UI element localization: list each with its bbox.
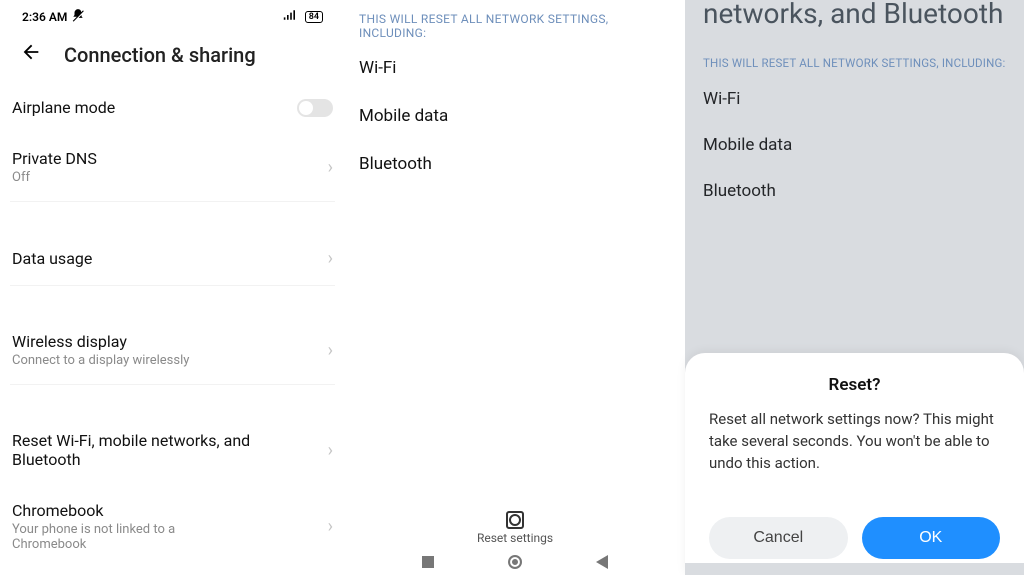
reset-caption: THIS WILL RESET ALL NETWORK SETTINGS, IN… (703, 28, 1006, 76)
chevron-right-icon: › (328, 440, 333, 461)
chromebook-row[interactable]: Chromebook Your phone is not linked to a… (10, 485, 335, 568)
reset-settings-button[interactable]: Reset settings (345, 511, 685, 545)
ringer-off-icon (71, 8, 85, 25)
ok-button[interactable]: OK (862, 517, 1001, 559)
nav-bar (345, 549, 685, 575)
back-icon[interactable] (20, 41, 42, 68)
airplane-mode-label: Airplane mode (12, 98, 115, 117)
data-usage-row[interactable]: Data usage › (10, 232, 335, 286)
chevron-right-icon: › (328, 340, 333, 361)
private-dns-label: Private DNS (12, 149, 97, 168)
bottom-gap (685, 563, 1024, 575)
settings-connection-panel: 2:36 AM 84 Connection & sharing Airplane… (0, 0, 345, 575)
reset-networks-row[interactable]: Reset Wi-Fi, mobile networks, and Blueto… (10, 415, 335, 485)
reset-networks-label: Reset Wi-Fi, mobile networks, and Blueto… (12, 431, 252, 469)
wireless-display-sub: Connect to a display wirelessly (12, 353, 189, 368)
reset-icon (506, 511, 524, 529)
list-item: Wi-Fi (703, 76, 1006, 122)
chromebook-sub: Your phone is not linked to a Chromebook (12, 522, 252, 552)
data-usage-label: Data usage (12, 249, 92, 268)
status-bar: 2:36 AM 84 (10, 0, 335, 29)
dialog-title: Reset? (709, 375, 1000, 395)
wireless-display-row[interactable]: Wireless display Connect to a display wi… (10, 316, 335, 385)
airplane-mode-row[interactable]: Airplane mode (10, 82, 335, 133)
cancel-button[interactable]: Cancel (709, 517, 848, 559)
list-item: Bluetooth (359, 140, 671, 188)
nav-back-icon[interactable] (596, 555, 608, 569)
chevron-right-icon: › (328, 157, 333, 178)
page-title-partial: networks, and Bluetooth (703, 0, 1006, 28)
page-header: Connection & sharing (10, 29, 335, 82)
list-item: Wi-Fi (359, 44, 671, 92)
private-dns-row[interactable]: Private DNS Off › (10, 133, 335, 202)
confirm-dialog: Reset? Reset all network settings now? T… (685, 353, 1024, 575)
reset-info-panel: THIS WILL RESET ALL NETWORK SETTINGS, IN… (345, 0, 685, 575)
wireless-display-label: Wireless display (12, 332, 189, 351)
battery-icon: 84 (305, 11, 323, 23)
nav-recent-icon[interactable] (422, 556, 434, 568)
list-item: Mobile data (359, 92, 671, 140)
nav-home-icon[interactable] (508, 555, 522, 569)
chevron-right-icon: › (328, 516, 333, 537)
signal-icon (283, 9, 299, 24)
reset-settings-label: Reset settings (477, 531, 553, 545)
chromebook-label: Chromebook (12, 501, 252, 520)
chevron-right-icon: › (328, 248, 333, 269)
private-dns-sub: Off (12, 170, 97, 185)
airplane-mode-toggle[interactable] (297, 99, 333, 117)
reset-confirm-panel: networks, and Bluetooth THIS WILL RESET … (685, 0, 1024, 575)
status-time: 2:36 AM (22, 10, 67, 24)
list-item: Bluetooth (703, 168, 1006, 214)
page-title: Connection & sharing (64, 43, 256, 67)
dialog-body: Reset all network settings now? This mig… (709, 409, 1000, 505)
reset-caption: THIS WILL RESET ALL NETWORK SETTINGS, IN… (359, 6, 671, 44)
list-item: Mobile data (703, 122, 1006, 168)
